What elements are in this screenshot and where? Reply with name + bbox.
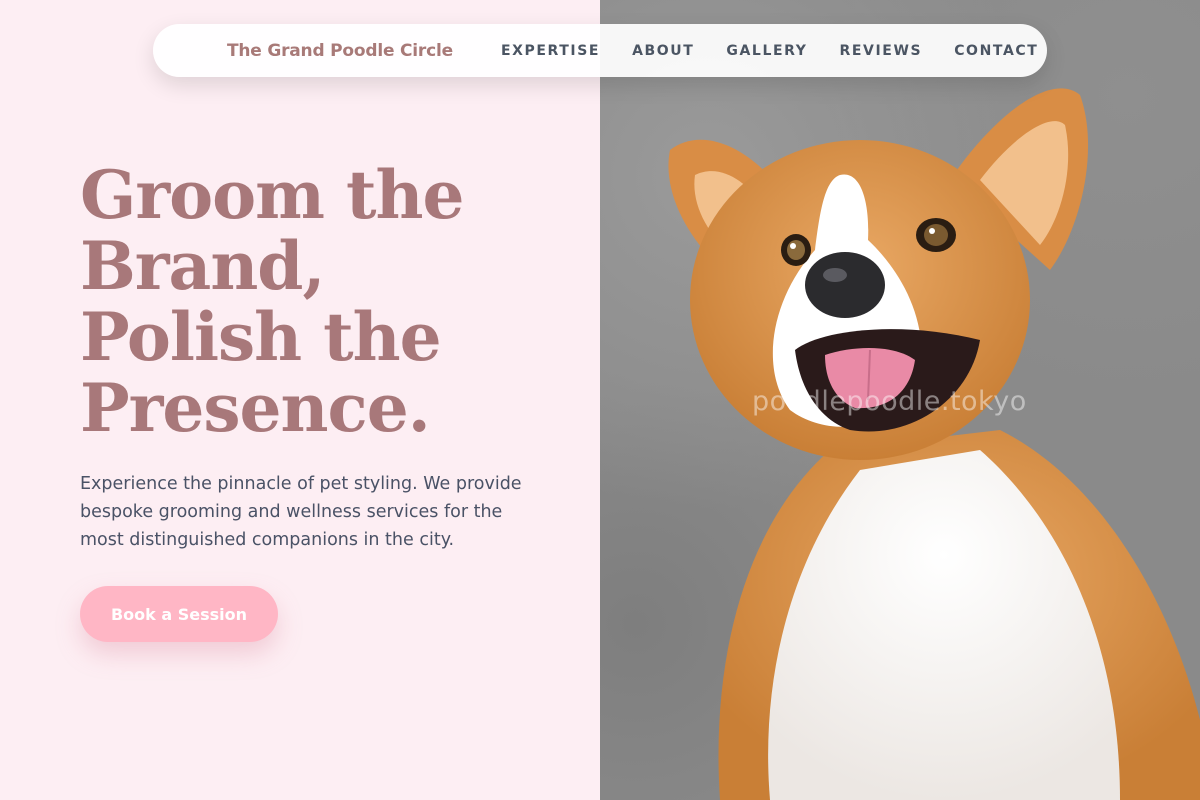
hero-headline-line: Polish the [80, 298, 442, 376]
nav-links: EXPERTISE ABOUT GALLERY REVIEWS CONTACT [501, 43, 1038, 59]
hero-description: Experience the pinnacle of pet styling. … [80, 474, 522, 550]
nav-link-gallery[interactable]: GALLERY [726, 43, 807, 59]
hero-headline-line: Presence. [80, 369, 431, 447]
nav-link-contact[interactable]: CONTACT [954, 43, 1038, 59]
nav-link-expertise[interactable]: EXPERTISE [501, 43, 600, 59]
brand-logo-link[interactable]: The Grand Poodle Circle [227, 41, 453, 61]
hero-headline-line: Groom the [80, 156, 464, 234]
book-session-button[interactable]: Book a Session [80, 586, 278, 642]
watermark-text: poodlepoodle.tokyo [752, 386, 1027, 417]
nav-link-reviews[interactable]: REVIEWS [840, 43, 923, 59]
hero-headline: Groom the Brand, Polish the Presence. [80, 160, 560, 444]
hero-headline-line: Brand, [80, 227, 325, 305]
nav-link-about[interactable]: ABOUT [632, 43, 694, 59]
top-navbar: The Grand Poodle Circle EXPERTISE ABOUT … [153, 24, 1047, 77]
hero-image: poodlepoodle.tokyo [600, 0, 1200, 800]
